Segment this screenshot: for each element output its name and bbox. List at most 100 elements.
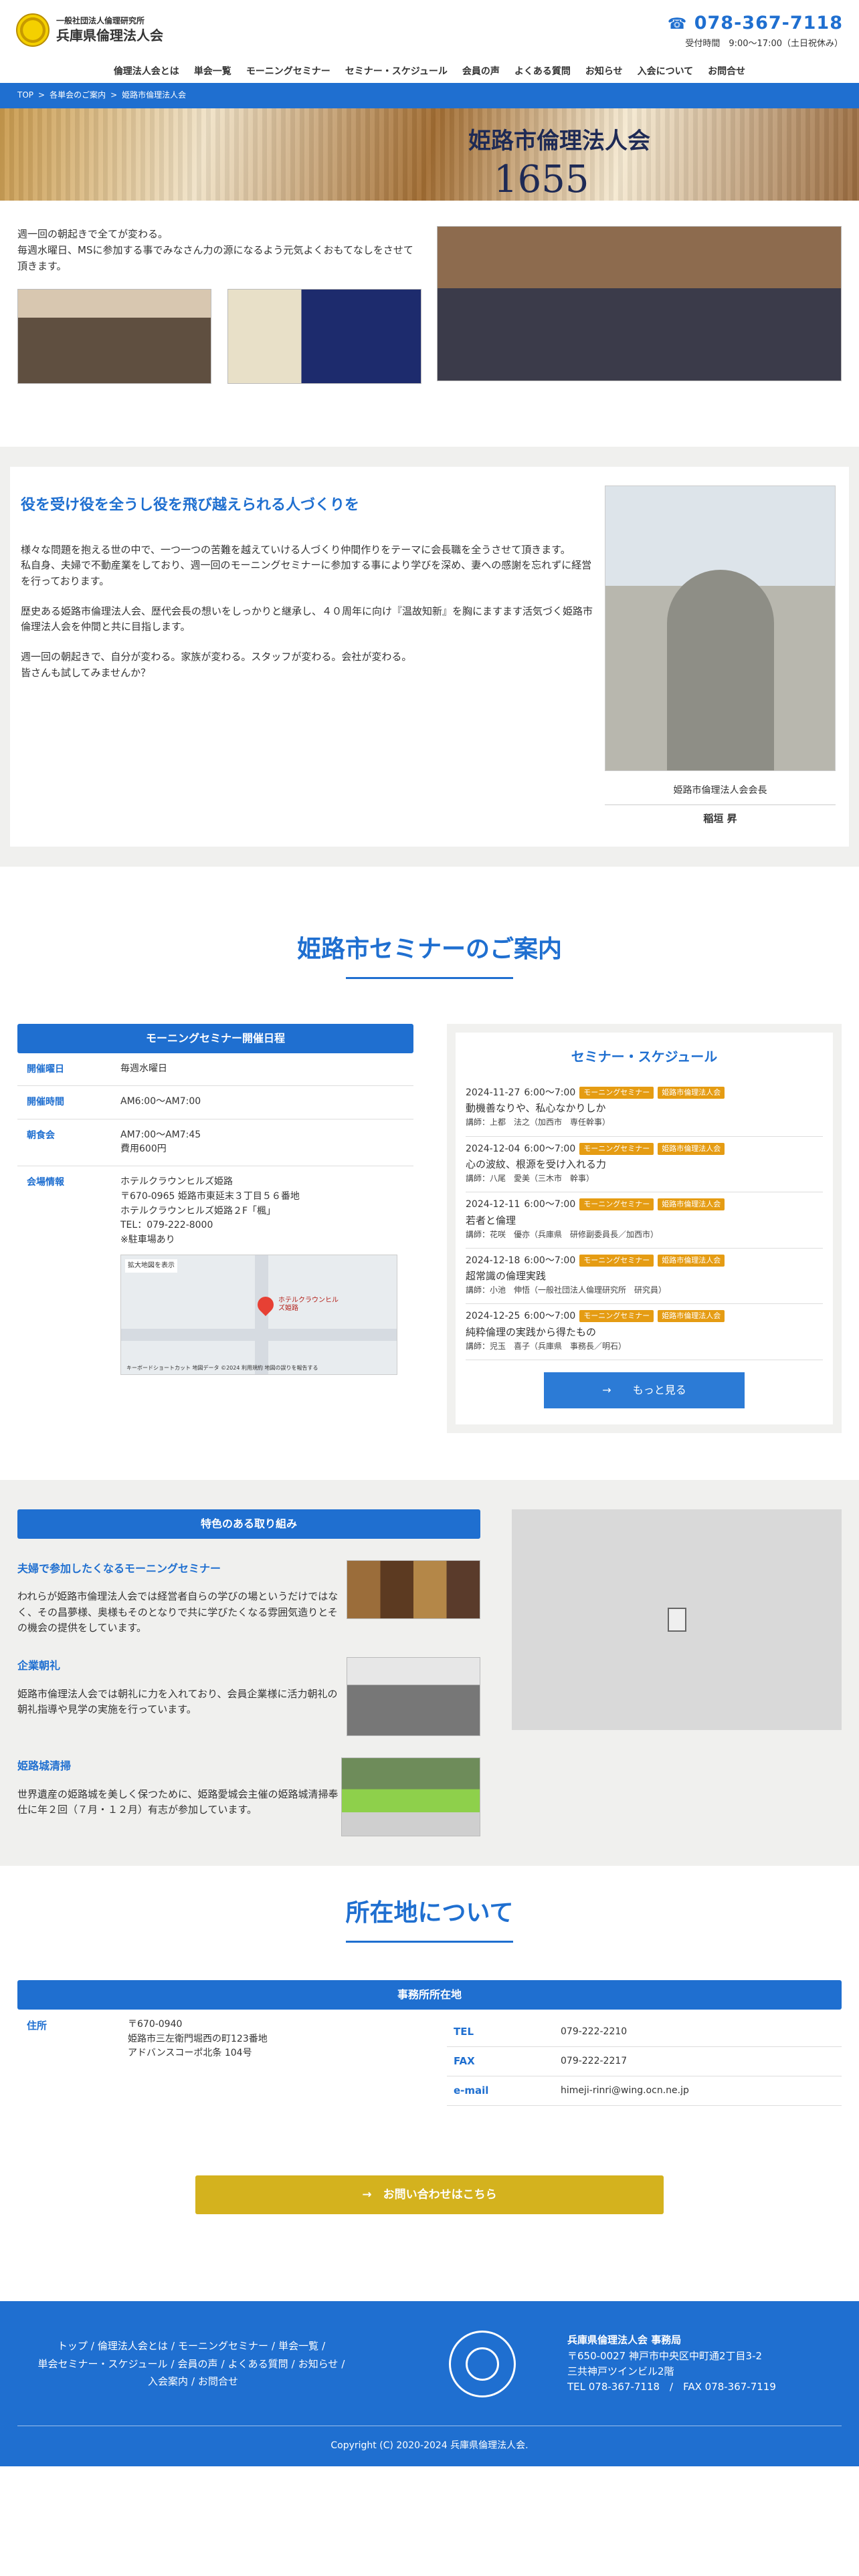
map-pin-icon[interactable] bbox=[254, 1293, 277, 1316]
intro-line-1: 週一回の朝起きで全てが変わる。 bbox=[17, 228, 169, 240]
nav-link-seminar-schedule[interactable]: セミナー・スケジュール bbox=[345, 64, 448, 79]
schedule-lecturer: 講師：小池 伸悟（一般社団法人倫理研究所 研究員） bbox=[466, 1285, 667, 1295]
schedule-lecturer: 講師：八尾 愛美（三木市 幹事） bbox=[466, 1173, 595, 1183]
schedule-date: 2024-12-04 bbox=[466, 1143, 520, 1154]
speaker-photo bbox=[227, 289, 421, 384]
site-logo[interactable]: 一般社団法人倫理研究所 兵庫県倫理法人会 bbox=[16, 13, 163, 47]
schedule-item[interactable]: 2024-12-18 6:00～7:00 モーニングセミナー 姫路市倫理法人会 超常識… bbox=[466, 1249, 823, 1305]
nav-link-join[interactable]: 入会について bbox=[638, 64, 694, 79]
info-row-venue: 会場情報 ホテルクラウンヒルズ姫路 〒670-0965 姫路市東延末３丁目５６番… bbox=[17, 1166, 413, 1383]
logo-mark bbox=[16, 13, 50, 47]
info-label: 朝食会 bbox=[27, 1130, 55, 1141]
footer-link-contact[interactable]: お問合せ bbox=[198, 2375, 238, 2387]
schedule-time: 6:00～7:00 bbox=[524, 1087, 576, 1098]
morning-seminar-info: モーニングセミナー開催日程 開催曜日 毎週水曜日 開催時間 AM6:00〜AM7:0… bbox=[17, 1023, 413, 1433]
nav-link-voices[interactable]: 会員の声 bbox=[462, 64, 500, 79]
couple-seminar-photo bbox=[347, 1560, 480, 1619]
schedule-category-tag: モーニングセミナー bbox=[579, 1142, 654, 1155]
office-fax: 079-222-2217 bbox=[561, 2056, 628, 2067]
contact-tel-row: TEL 079-222-2210 bbox=[447, 2018, 842, 2047]
footer-separator: / bbox=[90, 2340, 94, 2353]
nav-link-units[interactable]: 単会一覧 bbox=[194, 64, 231, 79]
breadcrumb-top[interactable]: TOP bbox=[17, 89, 33, 102]
seminar-schedule-title: セミナー・スケジュール bbox=[571, 1048, 718, 1065]
footer-link-schedule[interactable]: 単会セミナー・スケジュール bbox=[38, 2358, 168, 2370]
seminar-schedule-card: セミナー・スケジュール 2024-11-27 6:00～7:00 モーニングセミナー… bbox=[447, 1023, 842, 1433]
feature-title: 企業朝礼 bbox=[17, 1659, 61, 1673]
feature-item-castle-cleaning: 姫路城清掃 世界遺産の姫路城を美しく保つために、姫路愛城会主催の姫路城清掃奉仕に年… bbox=[17, 1757, 480, 1837]
breadcrumb-current: 姫路市倫理法人会 bbox=[122, 90, 187, 100]
office-tel[interactable]: 079-222-2210 bbox=[561, 2024, 627, 2039]
inquiry-button[interactable]: → お問い合わせはこちら bbox=[195, 2175, 664, 2214]
header-contact: ☎ 078-367-7118 受付時間 9:00～17:00（土日祝休み） bbox=[668, 9, 843, 51]
schedule-topic[interactable]: 純粋倫理の実践から得たもの bbox=[466, 1324, 823, 1340]
intro-line-2: 毎週水曜日、MSに参加する事でみなさん力の源になるよう元気よくおもてなしをさせて… bbox=[17, 244, 413, 272]
info-row-breakfast: 朝食会 AM7:00〜AM7:45 費用600円 bbox=[17, 1119, 413, 1167]
venue-map[interactable]: 拡大地図を表示 ホテルクラウンヒルズ姫路 キーボードショートカット 地図データ … bbox=[120, 1254, 397, 1375]
map-report[interactable]: 地図の誤りを報告する bbox=[265, 1365, 318, 1371]
portrait-person bbox=[666, 570, 774, 770]
footer-link-voices[interactable]: 会員の声 bbox=[178, 2358, 218, 2370]
feature-text: われらが姫路市倫理法人会では経営者自らの学びの場というだけではなく、その昌夢様、… bbox=[17, 1590, 339, 1634]
footer-link-news[interactable]: お知らせ bbox=[298, 2358, 339, 2370]
features-title: 特色のある取り組み bbox=[17, 1509, 480, 1539]
office-location-section: 事務所所在地 住所 〒670-0940 姫路市三左衛門堀西の町123番地 アドバ… bbox=[0, 1943, 859, 2106]
schedule-date: 2024-12-25 bbox=[466, 1311, 520, 1322]
breadcrumb-separator: > bbox=[110, 90, 118, 100]
footer-link-top[interactable]: トップ bbox=[58, 2340, 88, 2352]
footer-link-units[interactable]: 単会一覧 bbox=[278, 2340, 318, 2352]
feature-item-morning-assembly: 企業朝礼 姫路市倫理法人会では朝礼に力を入れており、会員企業様に活力朝礼の朝礼指導… bbox=[17, 1657, 480, 1737]
map-shortcuts[interactable]: キーボードショートカット bbox=[126, 1365, 191, 1371]
footer-link-faq[interactable]: よくある質問 bbox=[228, 2358, 288, 2370]
office-email[interactable]: himeji-rinri@wing.ocn.ne.jp bbox=[561, 2083, 689, 2098]
location-title-text: 所在地について bbox=[345, 1899, 514, 1927]
nav-link-news[interactable]: お知らせ bbox=[585, 64, 623, 79]
map-place-label: ホテルクラウンヒルズ姫路 bbox=[278, 1296, 339, 1312]
schedule-date: 2024-12-11 bbox=[466, 1199, 520, 1210]
nav-link-morning-seminar[interactable]: モーニングセミナー bbox=[246, 64, 330, 79]
schedule-topic[interactable]: 動機善なりや、私心なかりしか bbox=[466, 1100, 823, 1116]
contact-label: FAX bbox=[454, 2055, 475, 2068]
castle-cleaning-photo bbox=[341, 1757, 480, 1837]
feature-text: 世界遺産の姫路城を美しく保つために、姫路愛城会主催の姫路城清掃奉仕に年２回（７月… bbox=[17, 1788, 339, 1816]
nav-link-contact[interactable]: お問合せ bbox=[708, 64, 745, 79]
schedule-topic[interactable]: 心の波紋、根源を受け入れる力 bbox=[466, 1156, 823, 1172]
footer-separator: / bbox=[221, 2357, 225, 2370]
schedule-time: 6:00～7:00 bbox=[524, 1255, 576, 1266]
breadcrumb: TOP > 各単会のご案内 > 姫路市倫理法人会 bbox=[0, 83, 859, 108]
president-message-title: 役を受け役を全うし役を飛び越えられる人づくりを bbox=[21, 497, 360, 514]
schedule-item[interactable]: 2024-12-04 6:00～7:00 モーニングセミナー 姫路市倫理法人会 心の波… bbox=[466, 1137, 823, 1193]
schedule-item[interactable]: 2024-12-25 6:00～7:00 モーニングセミナー 姫路市倫理法人会 純粋倫… bbox=[466, 1304, 823, 1360]
president-message-paragraph-2: 歴史ある姫路市倫理法人会、歴代会長の想いをしっかりと継承し、４０周年に向け『温故… bbox=[21, 605, 593, 633]
schedule-topic[interactable]: 超常識の倫理実践 bbox=[466, 1268, 823, 1284]
intro-section: 週一回の朝起きで全てが変わる。毎週水曜日、MSに参加する事でみなさん力の源になる… bbox=[0, 201, 859, 424]
schedule-topic[interactable]: 若者と倫理 bbox=[466, 1212, 823, 1228]
footer-link-join[interactable]: 入会案内 bbox=[148, 2375, 188, 2387]
footer-link-about[interactable]: 倫理法人会とは bbox=[98, 2340, 168, 2352]
schedule-item[interactable]: 2024-11-27 6:00～7:00 モーニングセミナー 姫路市倫理法人会 動機善… bbox=[466, 1081, 823, 1137]
large-group-photo bbox=[437, 226, 842, 381]
footer-company-info: 兵庫県倫理法人会 事務局 〒650-0027 神戸市中央区中町通2丁目3-2 三… bbox=[567, 2333, 815, 2395]
footer-logo-icon bbox=[448, 2330, 516, 2397]
more-schedule-button[interactable]: → もっと見る bbox=[544, 1372, 745, 1408]
hero-banner: 姫路市倫理法人会 1655 bbox=[0, 108, 859, 201]
map-terms[interactable]: 利用規約 bbox=[242, 1365, 263, 1371]
breadcrumb-units[interactable]: 各単会のご案内 bbox=[50, 89, 106, 102]
embedded-content-placeholder[interactable] bbox=[512, 1509, 842, 1730]
footer-separator: / bbox=[171, 2340, 175, 2353]
president-role: 姫路市倫理法人会会長 bbox=[605, 776, 836, 806]
footer-separator: / bbox=[291, 2357, 295, 2370]
map-expand-link[interactable]: 拡大地図を表示 bbox=[125, 1259, 177, 1273]
location-section-title: 所在地について bbox=[0, 1866, 859, 1943]
info-label: 会場情報 bbox=[27, 1177, 64, 1188]
nav-link-about[interactable]: 倫理法人会とは bbox=[114, 64, 179, 79]
office-location-bar: 事務所所在地 bbox=[17, 1979, 842, 2010]
header-phone[interactable]: ☎ 078-367-7118 bbox=[668, 9, 843, 37]
info-row-time: 開催時間 AM6:00〜AM7:00 bbox=[17, 1086, 413, 1119]
schedule-item[interactable]: 2024-12-11 6:00～7:00 モーニングセミナー 姫路市倫理法人会 若者と… bbox=[466, 1192, 823, 1249]
map-footer: キーボードショートカット 地図データ ©2024 利用規約 地図の誤りを報告する bbox=[126, 1364, 318, 1373]
document-icon bbox=[667, 1607, 686, 1632]
footer-link-morning-seminar[interactable]: モーニングセミナー bbox=[178, 2340, 268, 2352]
phone-number: 078-367-7118 bbox=[694, 13, 843, 33]
nav-link-faq[interactable]: よくある質問 bbox=[514, 64, 571, 79]
